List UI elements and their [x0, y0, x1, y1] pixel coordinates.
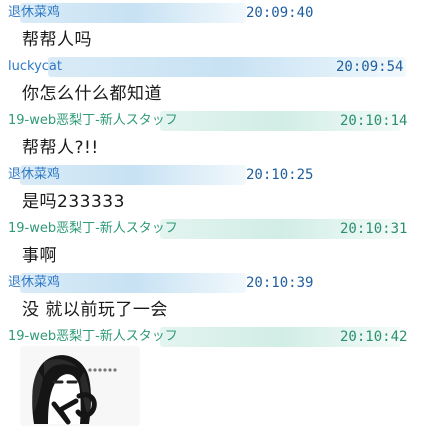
anime-girl-sticker[interactable] — [20, 346, 140, 426]
sender-name[interactable]: 19-web恶梨丁-新人スタッフ — [8, 221, 178, 237]
timestamp: 20:09:40 — [246, 5, 314, 21]
message-text: 帮帮人?!! — [22, 138, 99, 158]
sender-name[interactable]: 退休菜鸡 — [8, 275, 60, 291]
message-header: 退休菜鸡 20:10:39 — [0, 272, 421, 294]
timestamp: 20:09:54 — [336, 59, 404, 75]
message-header: luckycat 20:09:54 — [0, 56, 421, 78]
anime-girl-sticker-icon — [20, 346, 140, 426]
message-text: 事啊 — [22, 246, 57, 266]
sender-name[interactable]: 19-web恶梨丁-新人スタッフ — [8, 113, 178, 129]
message-text: 没 就以前玩了一会 — [22, 300, 168, 320]
message-header: 19-web恶梨丁-新人スタッフ 20:10:14 — [0, 110, 421, 132]
message-text: 帮帮人吗 — [22, 30, 92, 50]
timestamp: 20:10:25 — [246, 167, 314, 183]
sender-name[interactable]: 退休菜鸡 — [8, 167, 60, 183]
sender-name[interactable]: 退休菜鸡 — [8, 5, 60, 21]
sender-name[interactable]: 19-web恶梨丁-新人スタッフ — [8, 329, 178, 345]
message-header: 退休菜鸡 20:09:40 — [0, 2, 421, 24]
message-header: 19-web恶梨丁-新人スタッフ 20:10:42 — [0, 326, 421, 348]
chat-log: 退休菜鸡 20:09:40 帮帮人吗 luckycat 20:09:54 你怎么… — [0, 0, 421, 435]
sender-name[interactable]: luckycat — [8, 59, 62, 75]
message-text: 是吗233333 — [22, 192, 125, 212]
timestamp: 20:10:42 — [340, 329, 408, 345]
timestamp: 20:10:31 — [340, 221, 408, 237]
message-text: 你怎么什么都知道 — [22, 84, 162, 104]
timestamp: 20:10:39 — [246, 275, 314, 291]
timestamp: 20:10:14 — [340, 113, 408, 129]
message-header: 19-web恶梨丁-新人スタッフ 20:10:31 — [0, 218, 421, 240]
message-header: 退休菜鸡 20:10:25 — [0, 164, 421, 186]
